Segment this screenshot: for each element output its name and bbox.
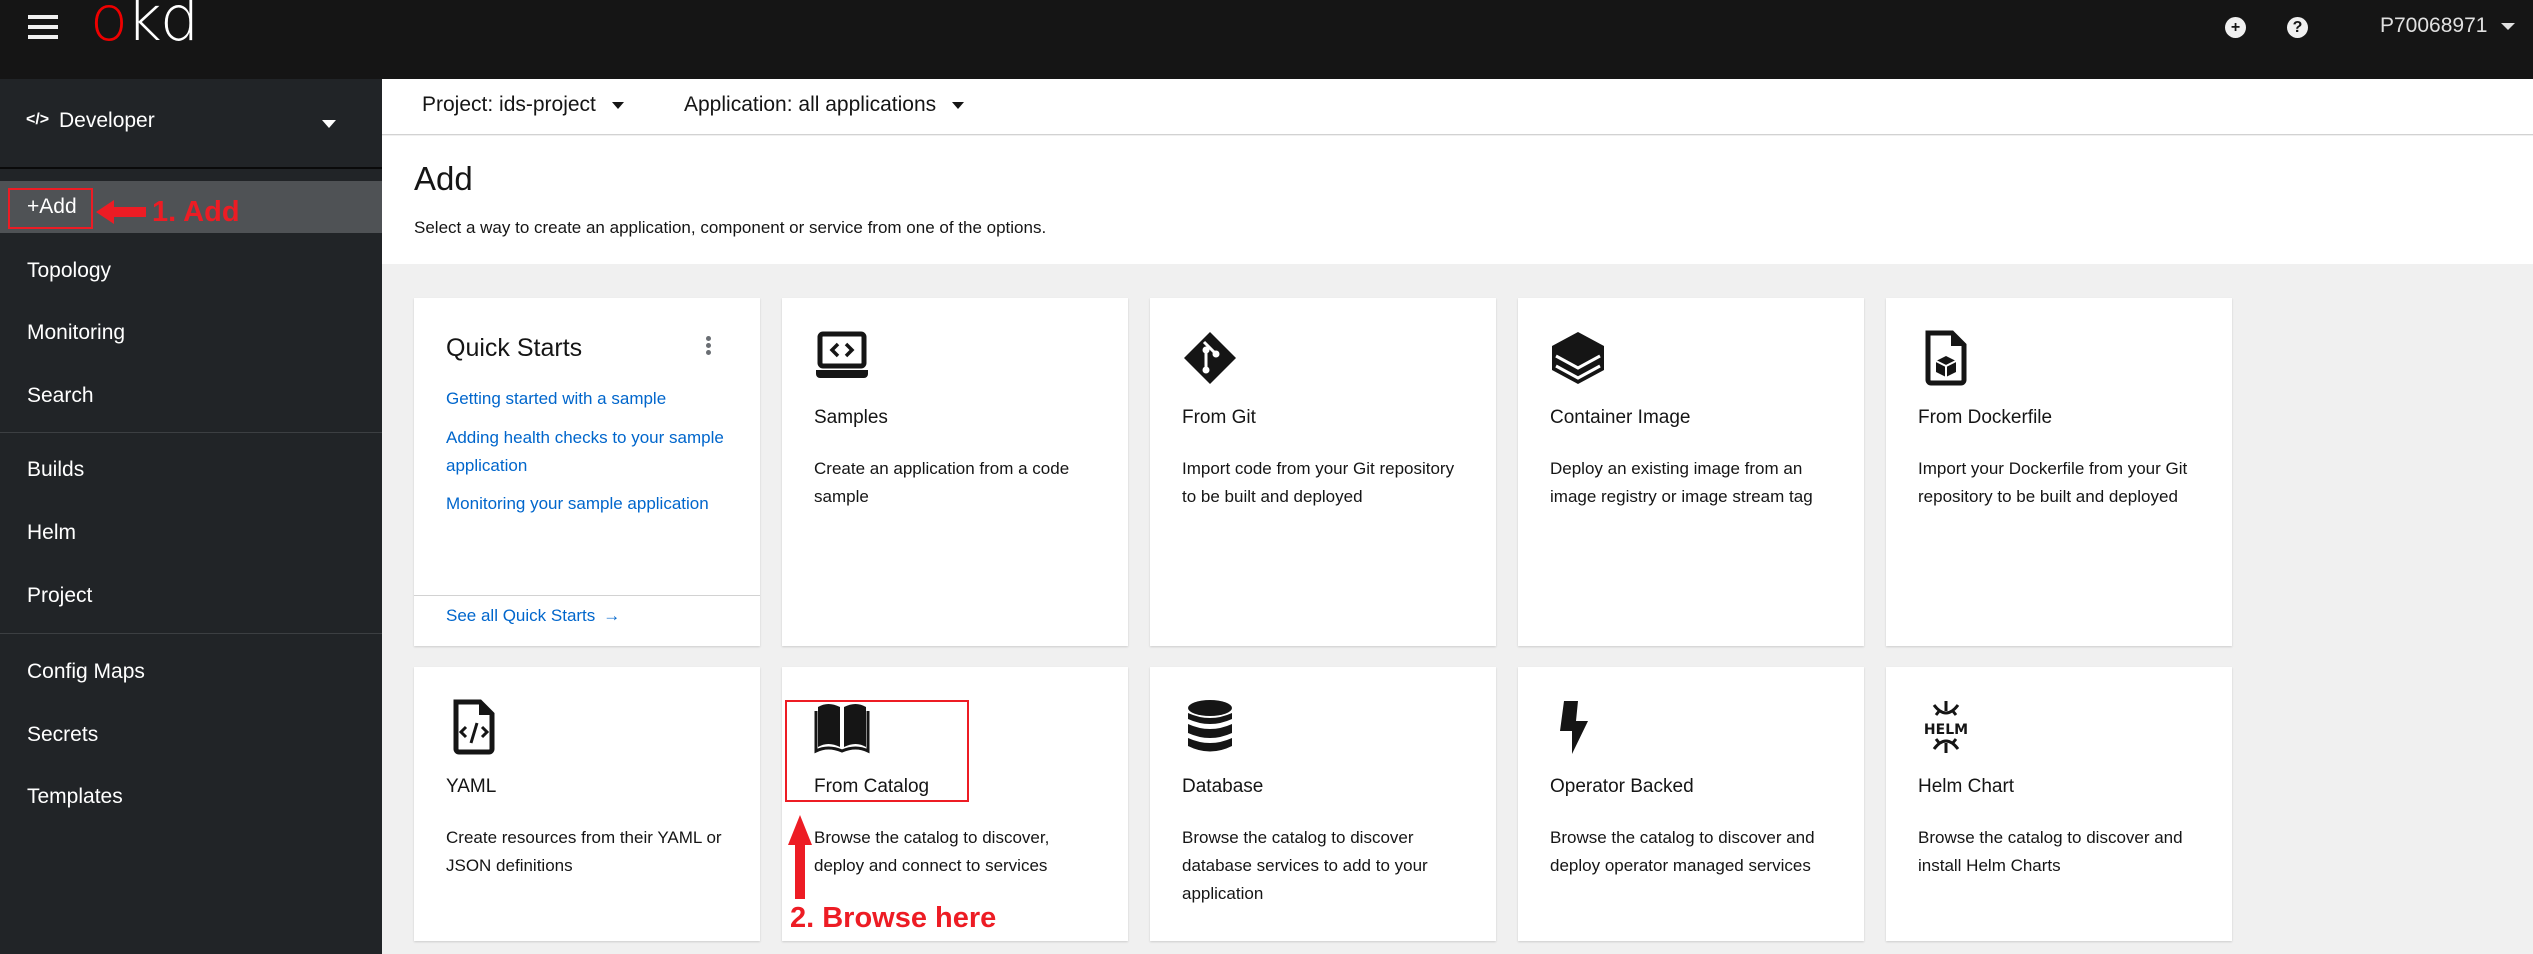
user-name: P70068971 xyxy=(2380,14,2488,37)
sidebar-item-templates[interactable]: Templates xyxy=(0,771,382,823)
card-helm-chart[interactable]: HELM Helm Chart Browse the catalog to di… xyxy=(1886,667,2232,941)
card-description: Browse the catalog to discover, deploy a… xyxy=(814,828,1050,875)
annotation-arrow-left-icon xyxy=(96,200,146,224)
helm-icon: HELM xyxy=(1924,701,1968,753)
page-title: Add xyxy=(414,160,473,197)
quick-start-link[interactable]: Getting started with a sample xyxy=(446,385,736,413)
caret-down-icon xyxy=(611,101,624,109)
card-operator-backed[interactable]: Operator Backed Browse the catalog to di… xyxy=(1518,667,1864,941)
okd-logo[interactable]: okd xyxy=(90,0,199,55)
card-description: Import code from your Git repository to … xyxy=(1182,459,1455,506)
quick-starts-card: Quick Starts Getting started with a samp… xyxy=(414,298,760,646)
caret-down-icon xyxy=(2501,22,2516,30)
nav-divider xyxy=(0,432,382,433)
context-bar: Project: ids-project Application: all ap… xyxy=(382,79,2533,135)
sidebar-item-helm[interactable]: Helm xyxy=(0,507,382,559)
card-description: Browse the catalog to discover and deplo… xyxy=(1550,828,1815,875)
card-title: Operator Backed xyxy=(1550,776,1694,797)
sidebar-item-secrets[interactable]: Secrets xyxy=(0,709,382,761)
svg-text:HELM: HELM xyxy=(1924,722,1968,738)
card-samples[interactable]: Samples Create an application from a cod… xyxy=(782,298,1128,646)
sidebar-item-project[interactable]: Project xyxy=(0,570,382,622)
arrow-right-icon: → xyxy=(603,606,621,625)
database-icon xyxy=(1188,700,1232,752)
card-from-dockerfile[interactable]: From Dockerfile Import your Dockerfile f… xyxy=(1886,298,2232,646)
user-menu[interactable]: P70068971 xyxy=(2380,14,2516,38)
card-title: Database xyxy=(1182,776,1264,797)
card-title: From Git xyxy=(1182,407,1256,428)
page-description: Select a way to create an application, c… xyxy=(414,218,1047,237)
sidebar-item-monitoring[interactable]: Monitoring xyxy=(0,307,382,359)
quick-start-link[interactable]: Monitoring your sample application xyxy=(446,490,736,518)
sidebar-item-search[interactable]: Search xyxy=(0,370,382,422)
quick-starts-footer: See all Quick Starts → xyxy=(414,595,760,646)
sidebar-item-config-maps[interactable]: Config Maps xyxy=(0,646,382,698)
card-container-image[interactable]: Container Image Deploy an existing image… xyxy=(1518,298,1864,646)
card-database[interactable]: Database Browse the catalog to discover … xyxy=(1150,667,1496,941)
card-from-git[interactable]: From Git Import code from your Git repos… xyxy=(1150,298,1496,646)
annotation-arrow-up-icon xyxy=(788,815,812,899)
git-icon xyxy=(1184,332,1236,384)
card-description: Create resources from their YAML or JSON… xyxy=(446,828,722,875)
plus-circle-icon[interactable]: + xyxy=(2225,17,2246,38)
annotation-box-add xyxy=(8,188,93,229)
question-circle-icon[interactable]: ? xyxy=(2287,17,2308,38)
nav-divider xyxy=(0,633,382,634)
application-dropdown[interactable]: Application: all applications xyxy=(684,93,965,117)
kebab-menu-icon[interactable] xyxy=(704,336,712,358)
card-description: Browse the catalog to discover and insta… xyxy=(1918,828,2183,875)
layers-icon xyxy=(1552,332,1604,384)
page-header: Add Select a way to create an applicatio… xyxy=(382,136,2533,264)
sidebar-item-builds[interactable]: Builds xyxy=(0,444,382,496)
bolt-icon xyxy=(1560,701,1588,754)
annotation-step2: 2. Browse here xyxy=(790,902,997,934)
card-title: From Dockerfile xyxy=(1918,407,2053,428)
caret-down-icon xyxy=(952,101,965,109)
annotation-box-catalog xyxy=(785,700,969,802)
card-title: Container Image xyxy=(1550,407,1691,428)
card-description: Browse the catalog to discover database … xyxy=(1182,828,1428,903)
masthead: okd + ? P70068971 xyxy=(0,0,2533,79)
card-title: Samples xyxy=(814,407,888,428)
card-yaml[interactable]: YAML Create resources from their YAML or… xyxy=(414,667,760,941)
card-description: Create an application from a code sample xyxy=(814,459,1070,506)
main-content: Project: ids-project Application: all ap… xyxy=(382,79,2533,954)
card-description: Deploy an existing image from an image r… xyxy=(1550,459,1813,506)
card-description: Import your Dockerfile from your Git rep… xyxy=(1918,459,2188,506)
laptop-code-icon xyxy=(816,331,868,378)
annotation-step1: 1. Add xyxy=(152,196,240,228)
quick-starts-title: Quick Starts xyxy=(446,334,583,362)
quick-start-link[interactable]: Adding health checks to your sample appl… xyxy=(446,424,736,480)
card-title: Helm Chart xyxy=(1918,776,2015,797)
yaml-file-icon xyxy=(453,699,495,755)
dockerfile-icon xyxy=(1925,330,1967,386)
card-title: YAML xyxy=(446,776,497,797)
code-icon: </> xyxy=(26,111,50,128)
hamburger-menu-icon[interactable] xyxy=(28,15,58,41)
see-all-quick-starts-link[interactable]: See all Quick Starts → xyxy=(446,606,620,626)
project-dropdown[interactable]: Project: ids-project xyxy=(422,93,624,117)
sidebar-item-topology[interactable]: Topology xyxy=(0,245,382,297)
caret-down-icon xyxy=(322,120,336,128)
perspective-label: Developer xyxy=(59,109,155,132)
perspective-switcher[interactable]: </> Developer xyxy=(0,79,382,169)
